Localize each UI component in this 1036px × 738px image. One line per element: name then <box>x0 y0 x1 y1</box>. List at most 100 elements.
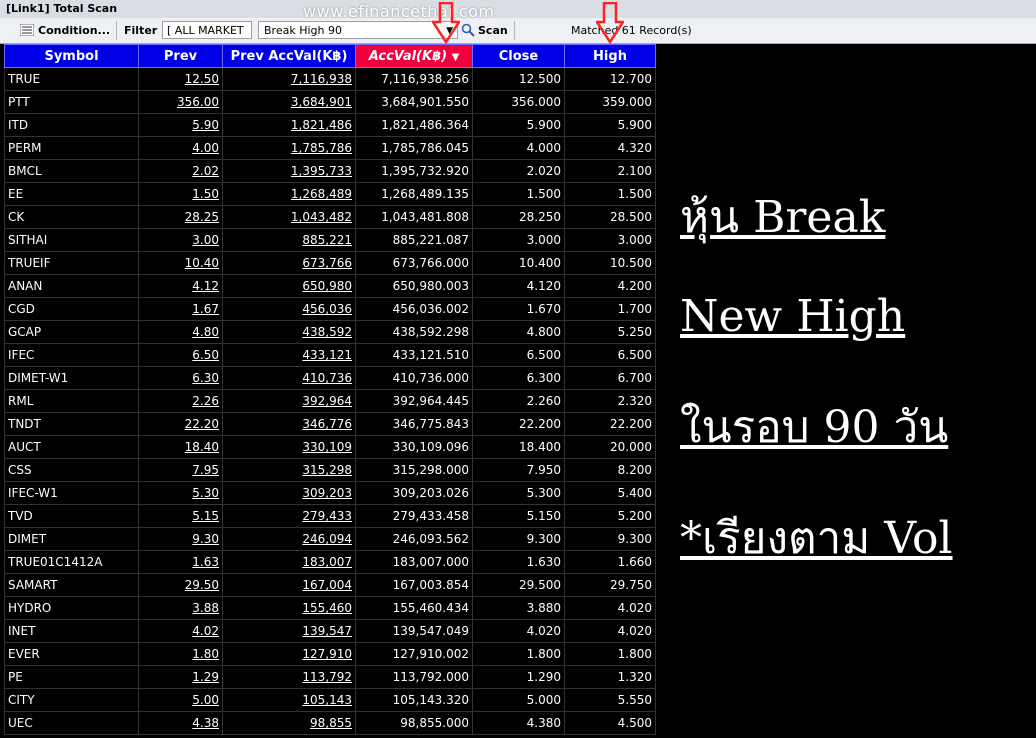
table-row[interactable]: PERM 4.00 1,785,786 1,785,786.045 4.000 4.320 <box>4 136 656 160</box>
table-row[interactable]: ITD 5.90 1,821,486 1,821,486.364 5.900 5.900 <box>4 113 656 137</box>
cell-prev-accval[interactable]: 346,776 <box>222 412 356 436</box>
table-row[interactable]: UEC 4.38 98,855 98,855.000 4.380 4.500 <box>4 711 656 735</box>
column-header-symbol[interactable]: Symbol <box>4 44 139 68</box>
table-row[interactable]: HYDRO 3.88 155,460 155,460.434 3.880 4.020 <box>4 596 656 620</box>
table-row[interactable]: TVD 5.15 279,433 279,433.458 5.150 5.200 <box>4 504 656 528</box>
table-row[interactable]: SITHAI 3.00 885,221 885,221.087 3.000 3.000 <box>4 228 656 252</box>
cell-prev-accval[interactable]: 167,004 <box>222 573 356 597</box>
filter-market-field[interactable]: [ ALL MARKET ] <box>162 21 252 55</box>
scan-button[interactable]: Scan <box>478 18 508 43</box>
cell-prev-accval[interactable]: 456,036 <box>222 297 356 321</box>
scan-condition-select[interactable]: Break High 90 ▼ <box>258 21 458 39</box>
condition-button[interactable]: Condition... <box>38 18 110 43</box>
cell-prev[interactable]: 4.00 <box>138 136 223 160</box>
table-row[interactable]: CITY 5.00 105,143 105,143.320 5.000 5.550 <box>4 688 656 712</box>
cell-prev[interactable]: 5.00 <box>138 688 223 712</box>
table-row[interactable]: INET 4.02 139,547 139,547.049 4.020 4.020 <box>4 619 656 643</box>
table-row[interactable]: GCAP 4.80 438,592 438,592.298 4.800 5.250 <box>4 320 656 344</box>
cell-prev[interactable]: 6.30 <box>138 366 223 390</box>
table-row[interactable]: TRUE01C1412A 1.63 183,007 183,007.000 1.630 1… <box>4 550 656 574</box>
table-row[interactable]: BMCL 2.02 1,395,733 1,395,732.920 2.020 2.100 <box>4 159 656 183</box>
cell-prev[interactable]: 3.88 <box>138 596 223 620</box>
cell-prev[interactable]: 5.15 <box>138 504 223 528</box>
cell-prev-accval[interactable]: 673,766 <box>222 251 356 275</box>
cell-prev[interactable]: 12.50 <box>138 67 223 91</box>
column-header-high[interactable]: High <box>564 44 656 68</box>
cell-prev[interactable]: 3.00 <box>138 228 223 252</box>
cell-prev[interactable]: 356.00 <box>138 90 223 114</box>
cell-prev-accval[interactable]: 438,592 <box>222 320 356 344</box>
cell-prev-accval[interactable]: 1,268,489 <box>222 182 356 206</box>
cell-prev[interactable]: 29.50 <box>138 573 223 597</box>
table-row[interactable]: TNDT 22.20 346,776 346,775.843 22.200 22.200 <box>4 412 656 436</box>
cell-prev-accval[interactable]: 3,684,901 <box>222 90 356 114</box>
cell-prev[interactable]: 4.12 <box>138 274 223 298</box>
cell-prev[interactable]: 2.26 <box>138 389 223 413</box>
table-row[interactable]: TRUE 12.50 7,116,938 7,116,938.256 12.500 12.… <box>4 67 656 91</box>
cell-prev-accval[interactable]: 1,395,733 <box>222 159 356 183</box>
cell-prev[interactable]: 9.30 <box>138 527 223 551</box>
table-row[interactable]: PE 1.29 113,792 113,792.000 1.290 1.320 <box>4 665 656 689</box>
cell-accval: 392,964.445 <box>355 389 473 413</box>
table-row[interactable]: TRUEIF 10.40 673,766 673,766.000 10.400 10.50… <box>4 251 656 275</box>
cell-prev[interactable]: 4.80 <box>138 320 223 344</box>
table-row[interactable]: DIMET-W1 6.30 410,736 410,736.000 6.300 6.700 <box>4 366 656 390</box>
cell-accval: 438,592.298 <box>355 320 473 344</box>
cell-prev-accval[interactable]: 330,109 <box>222 435 356 459</box>
cell-prev[interactable]: 1.50 <box>138 182 223 206</box>
cell-prev-accval[interactable]: 183,007 <box>222 550 356 574</box>
cell-prev-accval[interactable]: 650,980 <box>222 274 356 298</box>
cell-prev-accval[interactable]: 392,964 <box>222 389 356 413</box>
cell-prev-accval[interactable]: 113,792 <box>222 665 356 689</box>
cell-prev[interactable]: 5.30 <box>138 481 223 505</box>
column-header-close[interactable]: Close <box>472 44 565 68</box>
cell-prev[interactable]: 18.40 <box>138 435 223 459</box>
search-icon[interactable] <box>461 23 475 37</box>
table-row[interactable]: CSS 7.95 315,298 315,298.000 7.950 8.200 <box>4 458 656 482</box>
table-row[interactable]: IFEC-W1 5.30 309,203 309,203.026 5.300 5.400 <box>4 481 656 505</box>
cell-prev-accval[interactable]: 1,043,482 <box>222 205 356 229</box>
cell-prev-accval[interactable]: 246,094 <box>222 527 356 551</box>
cell-prev[interactable]: 5.90 <box>138 113 223 137</box>
cell-prev-accval[interactable]: 410,736 <box>222 366 356 390</box>
table-row[interactable]: CGD 1.67 456,036 456,036.002 1.670 1.700 <box>4 297 656 321</box>
table-row[interactable]: DIMET 9.30 246,094 246,093.562 9.300 9.300 <box>4 527 656 551</box>
cell-prev-accval[interactable]: 1,785,786 <box>222 136 356 160</box>
cell-prev[interactable]: 7.95 <box>138 458 223 482</box>
cell-prev-accval[interactable]: 155,460 <box>222 596 356 620</box>
cell-prev[interactable]: 1.29 <box>138 665 223 689</box>
cell-prev-accval[interactable]: 98,855 <box>222 711 356 735</box>
table-row[interactable]: EVER 1.80 127,910 127,910.002 1.800 1.800 <box>4 642 656 666</box>
table-row[interactable]: ANAN 4.12 650,980 650,980.003 4.120 4.200 <box>4 274 656 298</box>
cell-prev[interactable]: 1.63 <box>138 550 223 574</box>
cell-prev-accval[interactable]: 7,116,938 <box>222 67 356 91</box>
table-row[interactable]: IFEC 6.50 433,121 433,121.510 6.500 6.500 <box>4 343 656 367</box>
cell-prev-accval[interactable]: 279,433 <box>222 504 356 528</box>
cell-prev[interactable]: 4.38 <box>138 711 223 735</box>
cell-prev-accval[interactable]: 315,298 <box>222 458 356 482</box>
cell-prev-accval[interactable]: 433,121 <box>222 343 356 367</box>
cell-prev-accval[interactable]: 105,143 <box>222 688 356 712</box>
cell-prev-accval[interactable]: 1,821,486 <box>222 113 356 137</box>
table-row[interactable]: AUCT 18.40 330,109 330,109.096 18.400 20.000 <box>4 435 656 459</box>
cell-prev[interactable]: 6.50 <box>138 343 223 367</box>
table-row[interactable]: SAMART 29.50 167,004 167,003.854 29.500 29.75… <box>4 573 656 597</box>
cell-prev[interactable]: 1.67 <box>138 297 223 321</box>
table-row[interactable]: CK 28.25 1,043,482 1,043,481.808 28.250 28.50… <box>4 205 656 229</box>
cell-prev[interactable]: 22.20 <box>138 412 223 436</box>
cell-prev[interactable]: 2.02 <box>138 159 223 183</box>
cell-prev-accval[interactable]: 309,203 <box>222 481 356 505</box>
column-header-accval-sorted[interactable]: AccVal(K฿) ▼ <box>355 44 473 68</box>
cell-prev-accval[interactable]: 127,910 <box>222 642 356 666</box>
cell-prev[interactable]: 1.80 <box>138 642 223 666</box>
cell-prev[interactable]: 28.25 <box>138 205 223 229</box>
cell-prev[interactable]: 10.40 <box>138 251 223 275</box>
table-row[interactable]: RML 2.26 392,964 392,964.445 2.260 2.320 <box>4 389 656 413</box>
table-row[interactable]: PTT 356.00 3,684,901 3,684,901.550 356.000 35… <box>4 90 656 114</box>
table-row[interactable]: EE 1.50 1,268,489 1,268,489.135 1.500 1.500 <box>4 182 656 206</box>
cell-prev[interactable]: 4.02 <box>138 619 223 643</box>
cell-prev-accval[interactable]: 885,221 <box>222 228 356 252</box>
cell-prev-accval[interactable]: 139,547 <box>222 619 356 643</box>
column-header-prev[interactable]: Prev <box>138 44 223 68</box>
column-header-prev-accval[interactable]: Prev AccVal(K฿) <box>222 44 356 68</box>
